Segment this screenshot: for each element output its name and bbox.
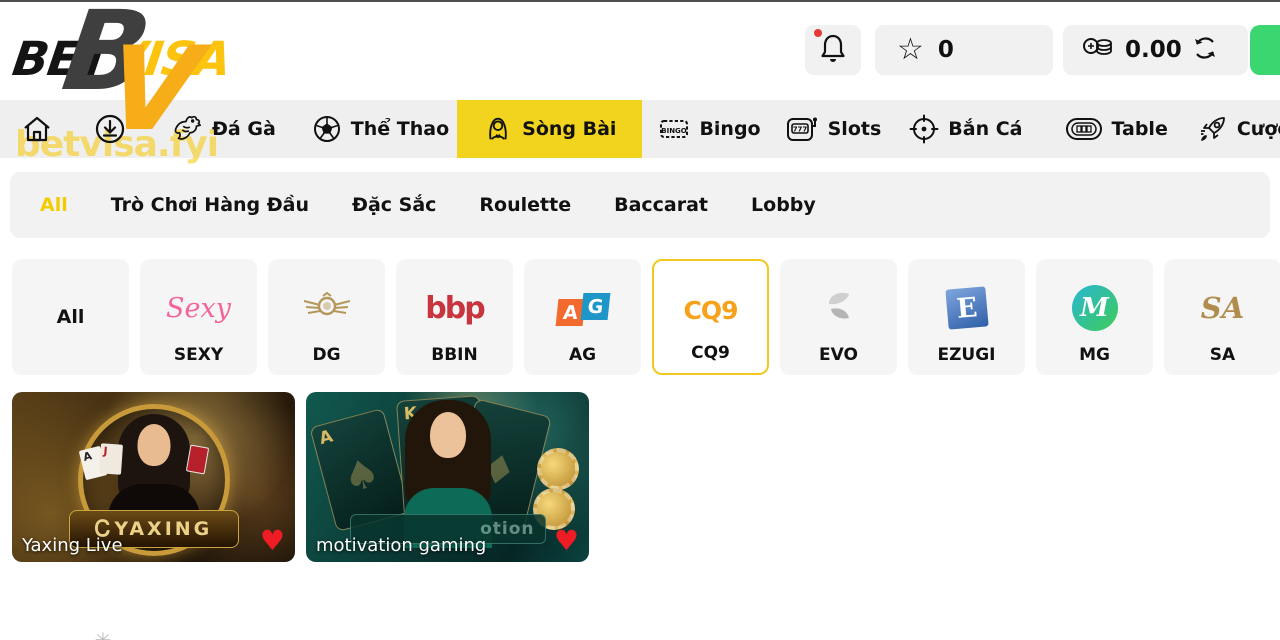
provider-label: SEXY — [140, 345, 257, 365]
subnav-item-lobby[interactable]: Lobby — [751, 194, 816, 216]
provider-label: MG — [1036, 345, 1153, 365]
ezugi-logo: E — [945, 286, 988, 329]
heart-favorite-icon[interactable]: ♥ — [260, 521, 285, 560]
nav-label: Bingo — [699, 118, 760, 140]
playing-card-decor: J — [99, 443, 123, 474]
mg-logo: M — [1072, 285, 1118, 331]
page-top-border — [0, 0, 1280, 2]
provider-tile-ezugi[interactable]: E EZUGI — [908, 259, 1025, 375]
subnav-item-baccarat[interactable]: Baccarat — [614, 194, 708, 216]
notification-badge — [814, 29, 822, 37]
dealer-face — [430, 412, 466, 458]
notifications-button[interactable] — [805, 25, 861, 75]
nav-item-table[interactable]: Table — [1065, 115, 1168, 143]
subnav-item-dac-sac[interactable]: Đặc Sắc — [352, 194, 436, 216]
yaxing-banner-text: YAXING — [114, 518, 212, 540]
category-subnav: All Trò Chơi Hàng Đầu Đặc Sắc Roulette B… — [10, 172, 1270, 238]
bell-icon — [818, 32, 848, 68]
poker-chip-decor — [537, 448, 579, 490]
logo-monogram-v: V — [100, 32, 206, 148]
nav-label: Cược Siêu — [1237, 118, 1280, 140]
sexy-logo: Sexy — [166, 293, 231, 324]
partial-icon: ✳ — [90, 630, 116, 640]
dealer-icon — [483, 114, 513, 144]
provider-tile-sexy[interactable]: Sexy SEXY — [140, 259, 257, 375]
game-grid: A J ᏟYAXING Yaxing Live ♥ A ♠ K ♠ ♦ otio… — [12, 392, 589, 562]
ag-logo-g: G — [580, 293, 610, 320]
refresh-icon[interactable] — [1192, 35, 1218, 65]
nav-item-bingo[interactable]: BINGO Bingo — [658, 114, 760, 144]
motivation-banner-text: otion — [480, 519, 534, 539]
provider-tile-ag[interactable]: A G AG — [524, 259, 641, 375]
provider-tile-mg[interactable]: M MG — [1036, 259, 1153, 375]
evo-leaf-logo — [819, 287, 859, 329]
provider-tile-bbin[interactable]: bbp BBIN — [396, 259, 513, 375]
spade-pip: ♠ — [338, 449, 385, 503]
nav-item-the-thao[interactable]: Thể Thao — [312, 114, 449, 144]
betvisa-logo[interactable]: BETVISA B V — [13, 10, 283, 160]
svg-text:777: 777 — [792, 126, 807, 134]
favorites-count: 0 — [938, 37, 954, 63]
nav-label: Thể Thao — [351, 118, 449, 140]
heart-favorite-icon[interactable]: ♥ — [554, 521, 579, 560]
provider-label: EVO — [780, 345, 897, 365]
subnav-item-tro-choi-hang-dau[interactable]: Trò Chơi Hàng Đầu — [111, 194, 309, 216]
provider-filter-row: All Sexy SEXY DG bbp BBIN A G AG CQ9 CQ9… — [12, 259, 1280, 375]
subnav-item-all[interactable]: All — [40, 194, 68, 216]
provider-label: DG — [268, 345, 385, 365]
login-button[interactable] — [1250, 25, 1280, 75]
nav-label: Slots — [828, 118, 882, 140]
star-icon: ☆ — [897, 35, 924, 65]
nav-label: Sòng Bài — [522, 118, 616, 140]
sa-logo: SA — [1201, 291, 1244, 325]
provider-tile-sa[interactable]: SA SA — [1164, 259, 1280, 375]
nav-label: Bắn Cá — [948, 118, 1022, 140]
provider-tile-dg[interactable]: DG — [268, 259, 385, 375]
ag-logo: A G — [524, 277, 641, 339]
nav-label: Table — [1112, 118, 1168, 140]
nav-item-ban-ca[interactable]: Bắn Cá — [909, 114, 1022, 144]
provider-label: BBIN — [396, 345, 513, 365]
favorites-widget[interactable]: ☆ 0 — [875, 25, 1053, 75]
provider-label: CQ9 — [654, 343, 767, 363]
dg-crest-logo — [301, 291, 353, 325]
slot-machine-icon: 777 — [785, 114, 819, 144]
subnav-item-roulette[interactable]: Roulette — [479, 194, 571, 216]
provider-label: EZUGI — [908, 345, 1025, 365]
provider-label: All — [12, 259, 129, 375]
target-icon — [909, 114, 939, 144]
nav-item-cuoc-sieu[interactable]: Cược Siêu — [1198, 114, 1280, 144]
provider-tile-cq9[interactable]: CQ9 CQ9 — [652, 259, 769, 375]
nav-item-song-bai[interactable]: Sòng Bài — [457, 100, 642, 158]
provider-label: AG — [524, 345, 641, 365]
soccer-ball-icon — [312, 114, 342, 144]
cq9-logo: CQ9 — [684, 296, 738, 325]
dealer-face — [137, 424, 170, 466]
game-card-yaxing-live[interactable]: A J ᏟYAXING Yaxing Live ♥ — [12, 392, 295, 562]
svg-text:BINGO: BINGO — [662, 127, 688, 135]
provider-label: SA — [1164, 345, 1280, 365]
nav-item-slots[interactable]: 777 Slots — [785, 114, 882, 144]
game-card-motivation-gaming[interactable]: A ♠ K ♠ ♦ otion motivation gaming ♥ — [306, 392, 589, 562]
rocket-icon — [1198, 114, 1228, 144]
provider-tile-evo[interactable]: EVO — [780, 259, 897, 375]
coins-icon — [1081, 34, 1115, 66]
game-title: motivation gaming — [316, 535, 486, 556]
balance-widget[interactable]: 0.00 — [1063, 25, 1248, 75]
bingo-icon: BINGO — [658, 114, 690, 144]
provider-tile-all[interactable]: All — [12, 259, 129, 375]
table-icon — [1065, 115, 1103, 143]
game-title: Yaxing Live — [22, 535, 123, 556]
card-rank: A — [317, 426, 335, 449]
bbin-logo: bbp — [425, 291, 483, 326]
balance-amount: 0.00 — [1125, 37, 1182, 63]
